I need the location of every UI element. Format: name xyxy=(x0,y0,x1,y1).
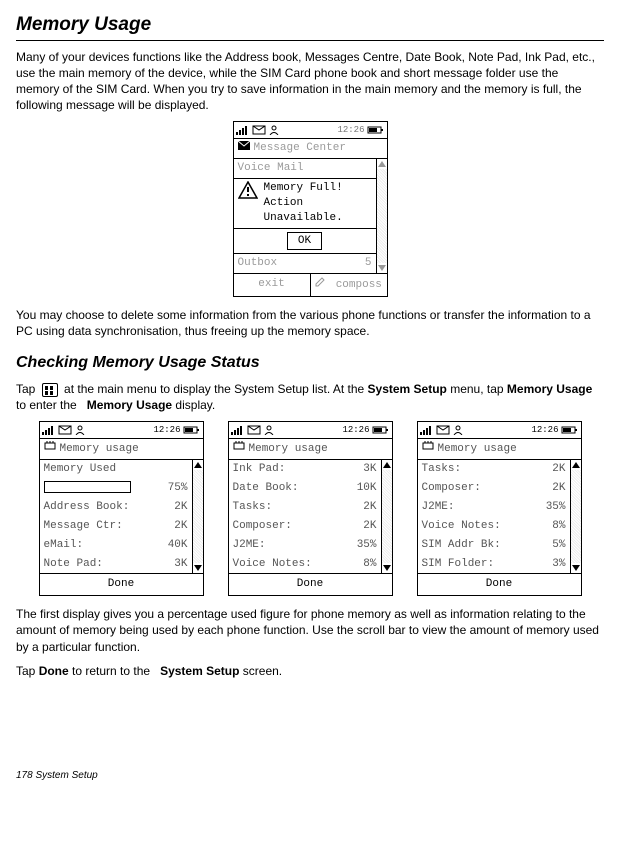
scroll-up-icon[interactable] xyxy=(194,462,202,468)
contact-icon xyxy=(452,425,464,435)
alert-dialog: Memory Full! Action Unavailable. xyxy=(234,179,376,229)
list-item: J2ME:35% xyxy=(229,536,381,555)
alert-line-3: Unavailable. xyxy=(264,211,372,226)
app-title-row: Memory usage xyxy=(418,439,581,460)
mail-icon xyxy=(247,425,261,435)
list-item: Tasks:2K xyxy=(229,498,381,517)
list-item: Note Pad:3K xyxy=(40,555,192,574)
page-footer: 178 System Setup xyxy=(16,769,604,783)
scrollbar[interactable] xyxy=(570,460,581,573)
status-bar: 12:26 xyxy=(40,422,203,439)
clock: 12:26 xyxy=(531,424,558,436)
list-item: SIM Folder:3% xyxy=(418,555,570,574)
done-button[interactable]: Done xyxy=(40,573,203,595)
status-bar: 12:26 xyxy=(234,122,387,139)
done-button[interactable]: Done xyxy=(418,573,581,595)
outbox-row: Outbox 5 xyxy=(234,254,376,273)
phone-mockup-alert: 12:26 Message Center Voice Mail Memory F… xyxy=(233,121,388,297)
compose-icon xyxy=(315,279,332,291)
scroll-down-icon[interactable] xyxy=(572,565,580,571)
after-alert-paragraph: You may choose to delete some informatio… xyxy=(16,307,604,339)
system-setup-icon xyxy=(42,383,58,397)
battery-icon xyxy=(367,125,385,135)
scroll-down-icon[interactable] xyxy=(378,265,386,271)
intro-paragraph: Many of your devices functions like the … xyxy=(16,49,604,114)
phone-mockup-usage-2: 12:26 Memory usage Ink Pad:3K Date Book:… xyxy=(228,421,393,596)
list-item: SIM Addr Bk:5% xyxy=(418,536,570,555)
scroll-up-icon[interactable] xyxy=(378,161,386,167)
list-item: Composer:2K xyxy=(418,479,570,498)
status-bar: 12:26 xyxy=(229,422,392,439)
mail-icon xyxy=(252,125,266,135)
contact-icon xyxy=(268,125,280,135)
scroll-up-icon[interactable] xyxy=(383,462,391,468)
alert-line-1: Memory Full! xyxy=(264,181,372,196)
list-item: J2ME:35% xyxy=(418,498,570,517)
contact-icon xyxy=(263,425,275,435)
status-bar: 12:26 xyxy=(418,422,581,439)
app-title: Memory usage xyxy=(249,442,328,457)
battery-icon xyxy=(372,425,390,435)
progress-row: 75% xyxy=(40,479,192,498)
list-item: Tasks:2K xyxy=(418,460,570,479)
battery-icon xyxy=(183,425,201,435)
ok-button[interactable]: OK xyxy=(287,232,322,251)
list-item: Composer:2K xyxy=(229,517,381,536)
battery-icon xyxy=(561,425,579,435)
list-item: Address Book:2K xyxy=(40,498,192,517)
exit-button[interactable]: exit xyxy=(234,274,311,296)
progress-value: 75% xyxy=(154,481,188,496)
mail-icon xyxy=(58,425,72,435)
signal-icon xyxy=(231,425,245,435)
scroll-up-icon[interactable] xyxy=(572,462,580,468)
scrollbar[interactable] xyxy=(381,460,392,573)
signal-icon xyxy=(236,125,250,135)
scrollbar[interactable] xyxy=(376,159,387,273)
signal-icon xyxy=(420,425,434,435)
scrollbar[interactable] xyxy=(192,460,203,573)
list-item: Ink Pad:3K xyxy=(229,460,381,479)
app-title: Message Center xyxy=(254,141,346,156)
app-title: Memory usage xyxy=(438,442,517,457)
after-usage-paragraph-2: Tap Done to return to the System Setup s… xyxy=(16,663,604,679)
alert-line-2: Action xyxy=(264,196,372,211)
memory-icon xyxy=(422,441,434,457)
signal-icon xyxy=(42,425,56,435)
tap-instruction: Tap at the main menu to display the Syst… xyxy=(16,381,604,413)
warning-icon xyxy=(238,181,258,199)
phone-mockup-usage-1: 12:26 Memory usage Memory Used 75% Addre… xyxy=(39,421,204,596)
memory-icon xyxy=(44,441,56,457)
list-item: Date Book:10K xyxy=(229,479,381,498)
app-title-row: Memory usage xyxy=(229,439,392,460)
section-title: Checking Memory Usage Status xyxy=(16,352,604,374)
done-button[interactable]: Done xyxy=(229,573,392,595)
scroll-down-icon[interactable] xyxy=(194,565,202,571)
clock: 12:26 xyxy=(153,424,180,436)
page-title: Memory Usage xyxy=(16,12,604,41)
list-item: Message Ctr:2K xyxy=(40,517,192,536)
memory-icon xyxy=(233,441,245,457)
compose-button[interactable]: composs xyxy=(311,274,387,296)
app-title-row: Message Center xyxy=(234,139,387,159)
usage-screens-row: 12:26 Memory usage Memory Used 75% Addre… xyxy=(16,421,604,596)
envelope-icon xyxy=(238,141,250,156)
outbox-count: 5 xyxy=(365,256,372,271)
mail-icon xyxy=(436,425,450,435)
list-item: eMail:40K xyxy=(40,536,192,555)
voice-mail-row: Voice Mail xyxy=(234,159,376,179)
clock: 12:26 xyxy=(342,424,369,436)
after-usage-paragraph-1: The first display gives you a percentage… xyxy=(16,606,604,655)
app-title-row: Memory usage xyxy=(40,439,203,460)
contact-icon xyxy=(74,425,86,435)
outbox-label: Outbox xyxy=(238,256,278,271)
clock: 12:26 xyxy=(337,124,364,136)
scroll-down-icon[interactable] xyxy=(383,565,391,571)
list-item: Voice Notes:8% xyxy=(229,555,381,574)
phone-mockup-usage-3: 12:26 Memory usage Tasks:2K Composer:2K … xyxy=(417,421,582,596)
memory-used-row: Memory Used xyxy=(40,460,192,479)
progress-bar xyxy=(44,481,131,493)
list-item: Voice Notes:8% xyxy=(418,517,570,536)
app-title: Memory usage xyxy=(60,442,139,457)
